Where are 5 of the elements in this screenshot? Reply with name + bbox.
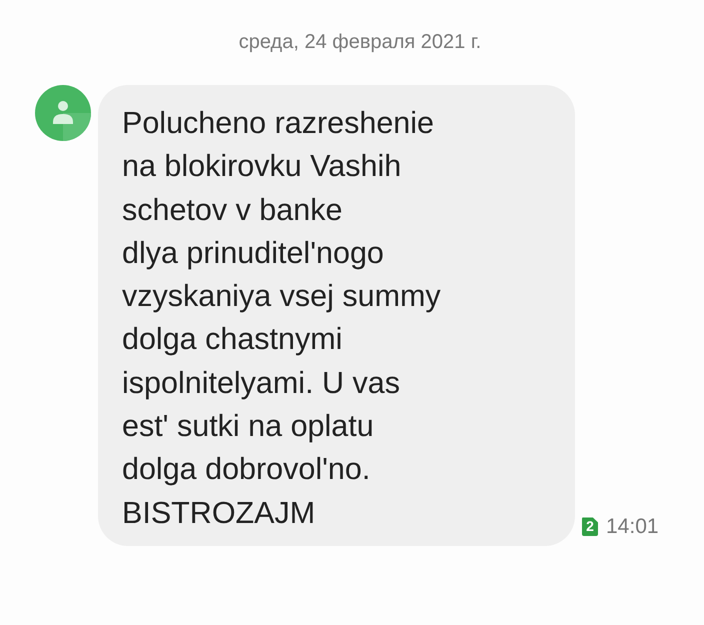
sim-card-icon: 2 <box>582 517 598 536</box>
contact-avatar-icon[interactable] <box>35 85 91 141</box>
message-bubble: Polucheno razreshenie na blokirovku Vashih schetov v banke dlya prinuditel'nogo vzyskaniya vsej summy dolga chastnymi ispolnitelyami. U vas est' sutki na oplatu dolga dobrovol'no. BISTROZAJM <box>98 85 575 546</box>
date-header: среда, 24 февраля 2021 г. <box>238 30 482 55</box>
message-time: 14:01 <box>606 514 659 540</box>
